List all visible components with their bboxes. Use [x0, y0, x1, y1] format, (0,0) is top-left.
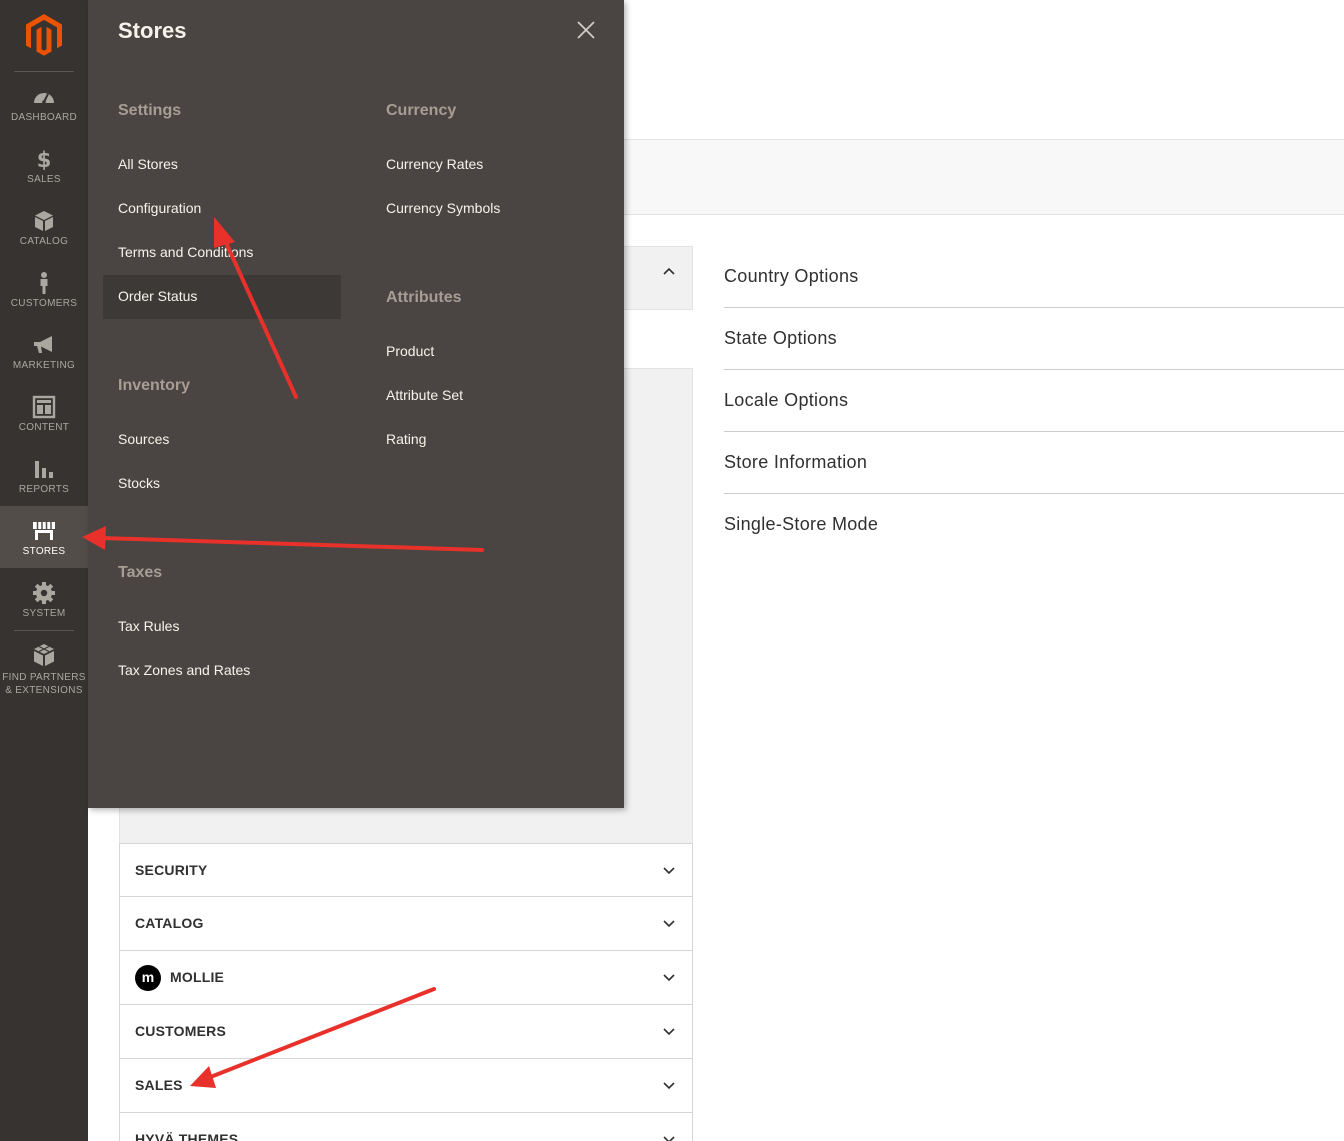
config-tab-mollie[interactable]: m MOLLIE — [119, 951, 693, 1005]
sidebar-item-label: CONTENT — [18, 422, 70, 433]
dollar-icon: $ — [37, 148, 52, 171]
config-tab-hyva-themes[interactable]: HYVÄ THEMES — [119, 1113, 693, 1141]
section-title-taxes: Taxes — [118, 564, 163, 581]
mollie-logo: m — [135, 965, 161, 991]
config-tab-catalog[interactable]: CATALOG — [119, 897, 693, 951]
sidebar-item-content[interactable]: CONTENT — [0, 395, 88, 457]
sidebar-item-label: STORES — [22, 546, 66, 557]
section-label: Locale Options — [724, 390, 849, 410]
magento-admin: SECURITY CATALOG m MOLLIE CUSTOMERS SALE… — [0, 0, 1344, 1141]
sidebar-item-label: CUSTOMERS — [10, 298, 78, 309]
sidebar-item-marketing[interactable]: MARKETING — [0, 333, 88, 395]
menu-item-stocks[interactable]: Stocks — [118, 475, 160, 491]
section-single-store-mode[interactable]: Single-Store Mode — [724, 494, 1344, 556]
menu-item-tax-zones-and-rates[interactable]: Tax Zones and Rates — [118, 662, 250, 678]
menu-item-tax-rules[interactable]: Tax Rules — [118, 618, 179, 634]
box-icon — [35, 211, 53, 231]
chevron-down-icon — [663, 1028, 675, 1036]
sidebar-item-label: SYSTEM — [22, 608, 66, 619]
sidebar-item-customers[interactable]: CUSTOMERS — [0, 271, 88, 333]
svg-text:$: $ — [37, 148, 52, 171]
section-title-settings: Settings — [118, 102, 182, 119]
admin-sidebar: DASHBOARD $ SALES CATALOG CUSTOMERS MARK… — [0, 0, 88, 1141]
section-label: Store Information — [724, 452, 868, 472]
section-title-attributes: Attributes — [386, 289, 462, 306]
config-tab-security[interactable]: SECURITY — [119, 843, 693, 897]
section-locale-options[interactable]: Locale Options — [724, 370, 1344, 432]
config-tab-label: HYVÄ THEMES — [135, 1131, 239, 1141]
sidebar-divider — [14, 71, 74, 72]
sidebar-item-find-partners[interactable]: FIND PARTNERS & EXTENSIONS — [0, 643, 88, 701]
menu-item-order-status[interactable]: Order Status — [118, 288, 197, 304]
config-tabs-list: SECURITY CATALOG m MOLLIE CUSTOMERS SALE… — [119, 843, 693, 1141]
sidebar-item-label: FIND PARTNERS & EXTENSIONS — [0, 671, 88, 697]
section-title-currency: Currency — [386, 102, 457, 119]
bar-chart-icon — [35, 461, 53, 478]
person-icon — [40, 272, 48, 294]
chevron-up-icon[interactable] — [662, 264, 676, 278]
flyout-title: Stores — [118, 18, 187, 43]
config-tab-label: CATALOG — [135, 915, 204, 931]
storefront-icon — [33, 522, 55, 540]
menu-item-configuration[interactable]: Configuration — [118, 200, 201, 216]
config-tab-label: CUSTOMERS — [135, 1023, 226, 1039]
magento-logo[interactable] — [24, 12, 64, 56]
config-sections: Country Options State Options Locale Opt… — [724, 246, 1344, 556]
chevron-down-icon — [663, 974, 675, 982]
cubes-icon — [34, 644, 54, 666]
config-tab-label: MOLLIE — [170, 969, 225, 985]
chevron-down-icon — [663, 867, 675, 875]
dashboard-icon — [34, 93, 54, 104]
sidebar-item-label: SALES — [27, 174, 61, 185]
sidebar-item-label: DASHBOARD — [10, 112, 78, 123]
config-tab-customers[interactable]: CUSTOMERS — [119, 1005, 693, 1059]
menu-item-product[interactable]: Product — [386, 343, 434, 359]
chevron-down-icon — [663, 1082, 675, 1090]
config-tab-label: SALES — [135, 1077, 183, 1093]
gear-icon — [33, 582, 55, 604]
sidebar-item-sales[interactable]: $ SALES — [0, 147, 88, 209]
label-line: FIND PARTNERS — [2, 672, 86, 683]
menu-item-all-stores[interactable]: All Stores — [118, 156, 178, 172]
megaphone-icon — [34, 336, 52, 353]
sidebar-item-label: REPORTS — [18, 484, 70, 495]
sidebar-divider — [14, 630, 74, 631]
layout-icon — [32, 395, 56, 419]
config-tab-sales[interactable]: SALES — [119, 1059, 693, 1113]
chevron-down-icon — [663, 920, 675, 928]
section-title-inventory: Inventory — [118, 377, 191, 394]
menu-item-attribute-set[interactable]: Attribute Set — [386, 387, 463, 403]
sidebar-item-label: MARKETING — [12, 360, 76, 371]
menu-item-terms-and-conditions[interactable]: Terms and Conditions — [118, 244, 253, 260]
menu-item-currency-rates[interactable]: Currency Rates — [386, 156, 483, 172]
section-country-options[interactable]: Country Options — [724, 246, 1344, 308]
config-tab-label: SECURITY — [135, 862, 208, 878]
label-line: & EXTENSIONS — [5, 685, 83, 696]
close-icon[interactable] — [576, 20, 596, 40]
section-label: Single-Store Mode — [724, 514, 879, 534]
section-label: State Options — [724, 328, 837, 348]
menu-item-rating[interactable]: Rating — [386, 431, 426, 447]
menu-item-sources[interactable]: Sources — [118, 431, 169, 447]
menu-item-currency-symbols[interactable]: Currency Symbols — [386, 200, 500, 216]
sidebar-item-label: CATALOG — [19, 236, 69, 247]
section-store-information[interactable]: Store Information — [724, 432, 1344, 494]
sidebar-item-stores[interactable]: STORES — [0, 506, 88, 568]
sidebar-item-dashboard[interactable]: DASHBOARD — [0, 85, 88, 147]
sidebar-item-system[interactable]: SYSTEM — [0, 581, 88, 643]
chevron-down-icon — [663, 1136, 675, 1141]
section-label: Country Options — [724, 266, 859, 286]
section-state-options[interactable]: State Options — [724, 308, 1344, 370]
sidebar-item-catalog[interactable]: CATALOG — [0, 209, 88, 271]
stores-flyout-menu: Stores Settings All Stores Configuration… — [88, 0, 624, 808]
